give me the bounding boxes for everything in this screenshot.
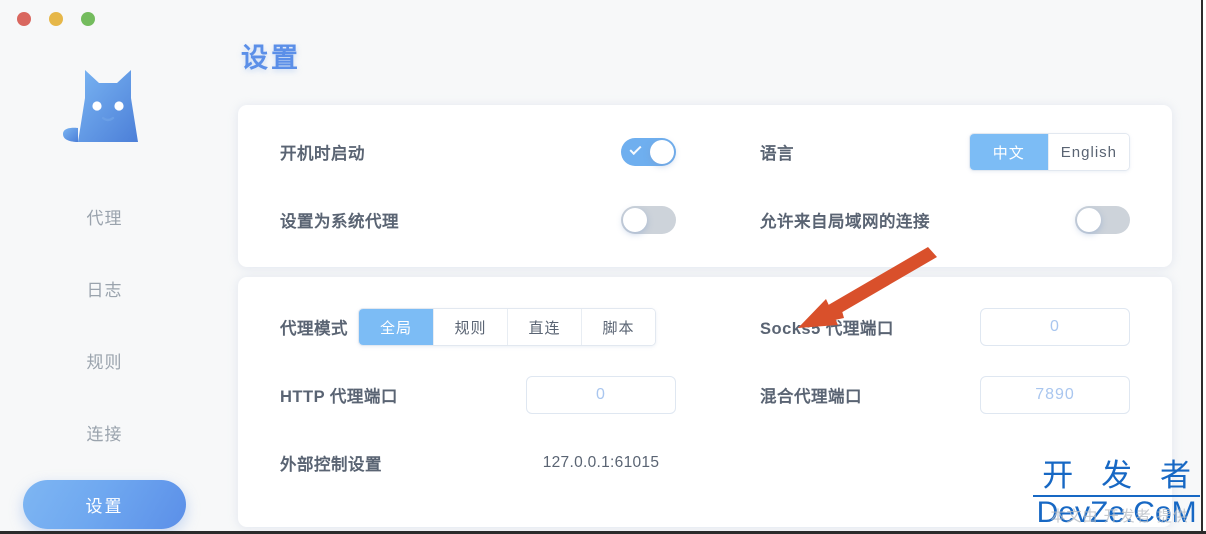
row-proxy-mode: 代理模式 全局 规则 直连 脚本 <box>238 293 718 361</box>
sidebar-nav: 代理 日志 规则 连接 设置 <box>0 180 209 534</box>
http-port-input[interactable]: 0 <box>526 376 676 414</box>
row-socks5-port: Socks5 代理端口 0 <box>718 293 1172 361</box>
main-content: 设置 开机时启动 语言 中文 English 设置为系统代理 允许来自局域网的连… <box>209 0 1201 534</box>
proxy-mode-segmented-control[interactable]: 全局 规则 直连 脚本 <box>358 308 656 346</box>
proxy-mode-option-label: 全局 <box>379 319 412 337</box>
toggle-knob <box>1077 208 1101 232</box>
sidebar-item-label: 规则 <box>86 352 123 372</box>
allow-lan-label: 允许来自局域网的连接 <box>760 213 930 231</box>
page-title: 设置 <box>241 43 301 73</box>
proxy-mode-option-label: 脚本 <box>602 319 635 337</box>
proxy-mode-label: 代理模式 <box>280 320 348 338</box>
sidebar-item-label: 日志 <box>86 280 123 300</box>
watermark-ghost-text: 本文由 开发者 提供 <box>1050 508 1189 525</box>
http-port-value: 0 <box>596 386 606 403</box>
window-controls <box>17 12 95 26</box>
language-option-label: 中文 <box>992 144 1025 162</box>
proxy-mode-option-label: 直连 <box>528 319 561 337</box>
cat-logo-icon <box>62 70 138 142</box>
sidebar-item-proxy[interactable]: 代理 <box>0 180 209 252</box>
sidebar-item-logs[interactable]: 日志 <box>0 252 209 324</box>
proxy-mode-option-direct[interactable]: 直连 <box>507 309 581 345</box>
sidebar-item-connections[interactable]: 连接 <box>0 396 209 468</box>
sidebar-item-rules[interactable]: 规则 <box>0 324 209 396</box>
mixed-port-value: 7890 <box>1035 386 1075 403</box>
row-language: 语言 中文 English <box>718 118 1172 186</box>
sidebar-item-label: 代理 <box>86 208 123 228</box>
external-control-label: 外部控制设置 <box>280 456 382 474</box>
startup-label: 开机时启动 <box>280 145 365 163</box>
minimize-button[interactable] <box>49 12 63 26</box>
language-option-zh[interactable]: 中文 <box>969 134 1048 170</box>
proxy-settings-card: 代理模式 全局 规则 直连 脚本 Socks5 代理端口 0 HTTP 代理端口… <box>238 277 1172 527</box>
startup-toggle[interactable] <box>621 138 676 166</box>
row-http-port: HTTP 代理端口 0 <box>238 361 718 429</box>
watermark: 开 发 者 DevZe.CoM 本文由 开发者 提供 <box>1033 461 1200 528</box>
mixed-port-input[interactable]: 7890 <box>980 376 1130 414</box>
language-option-label: English <box>1060 143 1117 161</box>
mixed-port-label: 混合代理端口 <box>760 388 862 406</box>
language-segmented-control[interactable]: 中文 English <box>968 133 1130 171</box>
socks5-port-label: Socks5 代理端口 <box>760 320 894 338</box>
check-icon <box>629 142 642 156</box>
row-external-control: 外部控制设置 127.0.0.1:61015 <box>238 429 718 497</box>
toggle-knob <box>623 208 647 232</box>
sidebar-item-settings[interactable]: 设置 <box>0 468 209 534</box>
http-port-label: HTTP 代理端口 <box>280 388 398 406</box>
app-window: 代理 日志 规则 连接 设置 设置 开机时启动 语言 中文 English 设置… <box>0 0 1206 534</box>
sidebar-item-label: 连接 <box>86 424 123 444</box>
toggle-knob <box>650 140 674 164</box>
row-allow-lan: 允许来自局域网的连接 <box>718 186 1172 254</box>
system-proxy-label: 设置为系统代理 <box>280 213 399 231</box>
app-logo <box>0 56 209 148</box>
window-right-border <box>1201 0 1206 534</box>
watermark-cn: 开 发 者 <box>1042 458 1200 494</box>
maximize-button[interactable] <box>81 12 95 26</box>
socks5-port-value: 0 <box>1050 318 1060 335</box>
sidebar: 代理 日志 规则 连接 设置 <box>0 0 209 534</box>
general-settings-card: 开机时启动 语言 中文 English 设置为系统代理 允许来自局域网的连接 <box>238 105 1172 267</box>
row-system-proxy: 设置为系统代理 <box>238 186 718 254</box>
language-label: 语言 <box>760 145 794 163</box>
proxy-mode-option-global[interactable]: 全局 <box>359 309 433 345</box>
proxy-mode-option-label: 规则 <box>454 319 487 337</box>
sidebar-item-label: 设置 <box>85 496 124 516</box>
close-button[interactable] <box>17 12 31 26</box>
external-control-value[interactable]: 127.0.0.1:61015 <box>526 454 676 472</box>
language-option-en[interactable]: English <box>1047 134 1129 170</box>
sidebar-item-settings-pill[interactable]: 设置 <box>23 479 186 529</box>
socks5-port-input[interactable]: 0 <box>980 308 1130 346</box>
proxy-mode-option-rule[interactable]: 规则 <box>433 309 507 345</box>
row-startup: 开机时启动 <box>238 118 718 186</box>
allow-lan-toggle[interactable] <box>1075 206 1130 234</box>
system-proxy-toggle[interactable] <box>621 206 676 234</box>
proxy-mode-option-script[interactable]: 脚本 <box>581 309 655 345</box>
row-mixed-port: 混合代理端口 7890 <box>718 361 1172 429</box>
